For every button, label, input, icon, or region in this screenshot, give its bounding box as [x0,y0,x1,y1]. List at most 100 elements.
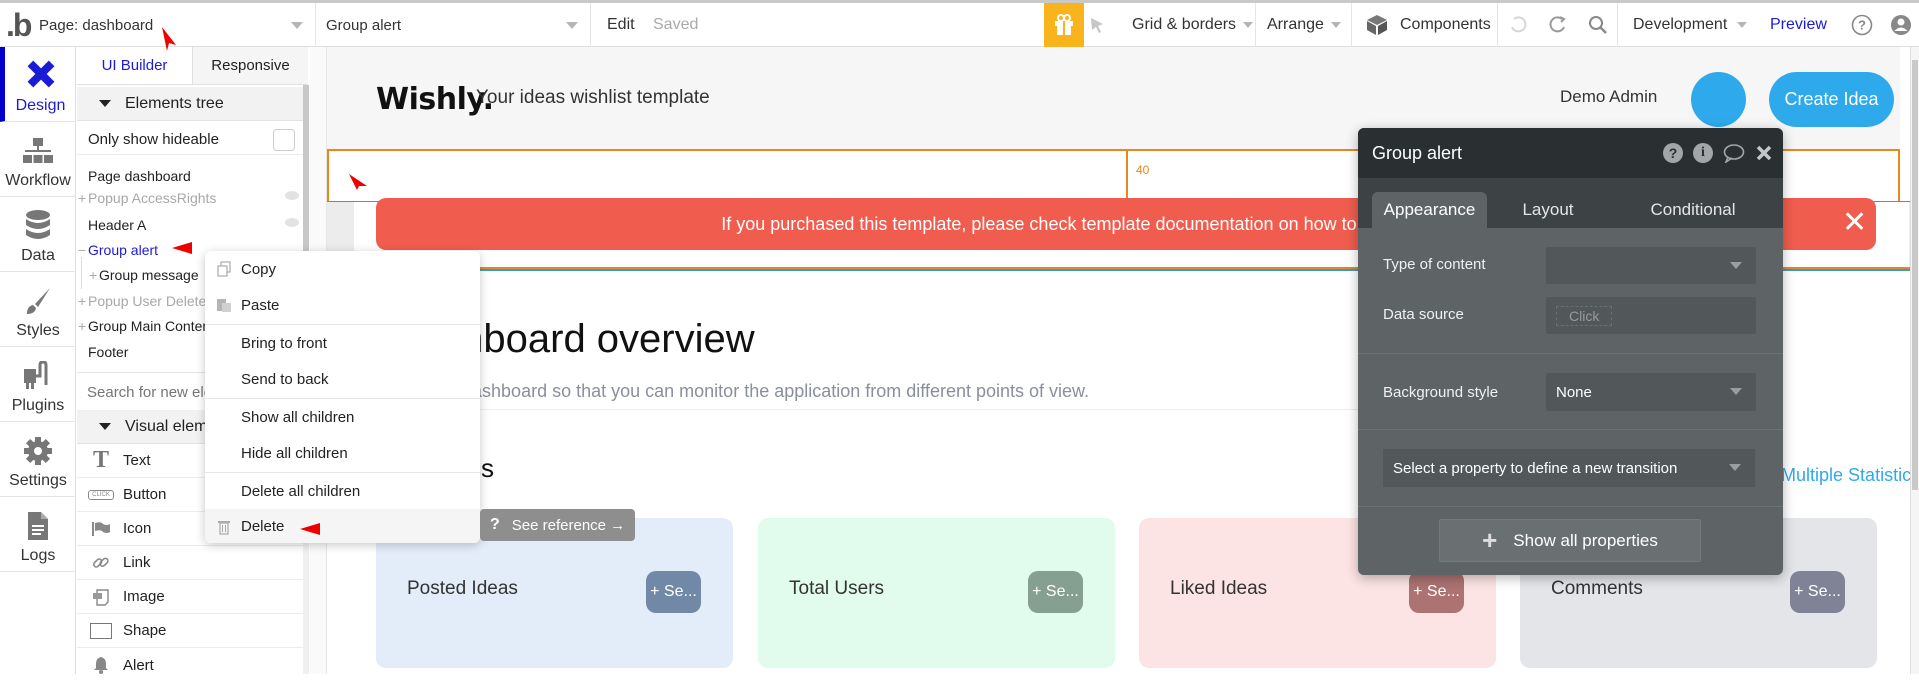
stat-card-button[interactable]: + Se... [646,571,701,613]
only-show-hideable-row: Only show hideable [77,125,305,155]
chevron-down-icon [1729,464,1741,471]
rail-item-design[interactable]: Design [0,47,76,122]
stat-card-button[interactable]: + Se... [1790,571,1845,613]
data-source-field[interactable]: Click [1546,297,1756,334]
development-menu[interactable]: Development [1618,3,1748,47]
context-menu-paste[interactable]: Paste [205,287,480,323]
preview-label: Preview [1770,16,1827,33]
type-of-content-label: Type of content [1383,256,1486,273]
image-icon [87,587,115,607]
stat-card-total-users[interactable]: Total Users + Se... [758,518,1115,668]
context-menu-show-all-children[interactable]: Show all children [205,399,480,435]
background-style-dropdown[interactable]: None [1546,373,1756,411]
context-menu-copy[interactable]: Copy [205,251,480,287]
expand-icon[interactable]: + [78,190,86,206]
tree-item[interactable]: + Popup AccessRights [77,185,305,210]
transition-property-dropdown[interactable]: Select a property to define a new transi… [1383,449,1755,487]
element-selector[interactable]: Group alert [316,3,591,47]
canvas-scrollbar-thumb[interactable] [1912,60,1918,490]
show-all-properties-button[interactable]: + Show all properties [1439,519,1701,562]
components-button[interactable]: Components [1352,3,1498,47]
expand-icon[interactable]: + [78,293,86,309]
help-icon[interactable]: ? [1663,143,1683,163]
context-menu-label: Show all children [241,408,355,426]
context-menu-hide-all-children[interactable]: Hide all children [205,435,480,471]
context-menu-bring-to-front[interactable]: Bring to front [205,325,480,361]
expand-icon[interactable]: + [78,318,86,334]
tab-appearance[interactable]: Appearance [1372,192,1487,228]
only-show-hideable-checkbox[interactable] [273,129,295,151]
tree-item[interactable]: Header A [77,212,305,237]
info-icon[interactable]: i [1693,143,1713,163]
property-editor-panel[interactable]: Group alert ? i Appearance Layout Condit… [1358,128,1783,575]
visual-element-alert[interactable]: Alert [77,648,305,682]
redo-button[interactable] [1538,3,1578,47]
arrange-menu[interactable]: Arrange [1256,3,1352,47]
eye-icon[interactable] [285,218,299,227]
context-menu-label: Delete all children [241,482,361,500]
avatar[interactable] [1691,72,1746,127]
rail-item-logs[interactable]: Logs [0,497,76,572]
rail-item-workflow[interactable]: Workflow [0,122,76,197]
data-source-label: Data source [1383,306,1464,323]
collapse-icon[interactable]: − [78,242,86,258]
rail-item-styles[interactable]: Styles [0,272,76,347]
property-panel-title: Group alert [1372,142,1463,163]
property-panel-header[interactable]: Group alert ? i [1358,128,1783,178]
stat-card-button[interactable]: + Se... [1409,571,1464,613]
context-menu-label: Hide all children [241,444,348,462]
tree-indent-guide [81,257,82,289]
visual-element-link[interactable]: Link [77,546,305,580]
account-button[interactable] [1882,3,1919,47]
text-icon: T [92,447,109,473]
chevron-down-icon [1730,388,1742,395]
question-icon: ? [490,516,500,533]
rail-item-plugins[interactable]: Plugins [0,347,76,422]
chevron-down-icon [1737,22,1748,28]
data-source-placeholder[interactable]: Click [1556,305,1613,326]
close-icon[interactable]: ✕ [1842,208,1867,238]
grid-borders-menu[interactable]: Grid & borders [1126,3,1256,47]
context-menu-send-to-back[interactable]: Send to back [205,361,480,397]
visual-element-label: Text [123,452,151,469]
transition-placeholder: Select a property to define a new transi… [1393,459,1678,477]
bubble-logo[interactable]: .b [6,7,32,44]
divider [1358,353,1783,354]
tree-item-label: Popup User Delete [88,292,207,309]
eye-hidden-icon[interactable] [285,191,299,200]
shape-icon [87,622,115,639]
tree-item-label: Footer [88,343,129,360]
tab-responsive[interactable]: Responsive [192,47,308,84]
data-icon [26,210,50,239]
gift-button[interactable] [1044,3,1084,47]
visual-element-shape[interactable]: Shape [77,614,305,648]
tab-layout[interactable]: Layout [1498,192,1598,228]
property-panel-tabs: Appearance Layout Conditional [1358,178,1783,228]
context-menu-delete[interactable]: Delete [205,509,480,543]
help-button[interactable]: ? [1842,3,1882,47]
preview-link[interactable]: Preview [1748,3,1830,47]
visual-element-label: Icon [123,520,152,537]
cube-icon [1367,15,1387,35]
undo-button[interactable] [1498,3,1538,47]
create-idea-button[interactable]: Create Idea [1769,72,1894,127]
tab-conditional[interactable]: Conditional [1618,192,1768,228]
plugins-icon [24,361,48,389]
property-panel-header-icons: ? i [1663,143,1773,163]
see-reference-button[interactable]: ? See reference → [480,509,635,541]
type-of-content-dropdown[interactable] [1546,247,1756,284]
close-icon[interactable] [1755,143,1773,163]
select-tool[interactable] [1088,3,1116,47]
visual-element-image[interactable]: Image [77,580,305,614]
search-button[interactable] [1578,3,1618,47]
elements-tree-header[interactable]: Elements tree [77,87,305,121]
context-menu-delete-all-children[interactable]: Delete all children [205,473,480,509]
rail-item-settings[interactable]: Settings [0,422,76,497]
stat-card-button[interactable]: + Se... [1028,571,1083,613]
rail-item-data[interactable]: Data [0,197,76,272]
context-menu-label: Delete [241,517,285,535]
expand-icon[interactable]: + [89,267,97,283]
comment-icon[interactable] [1723,143,1745,163]
page-selector-label: Page: dashboard [39,16,154,34]
visual-element-label: Button [123,486,167,503]
